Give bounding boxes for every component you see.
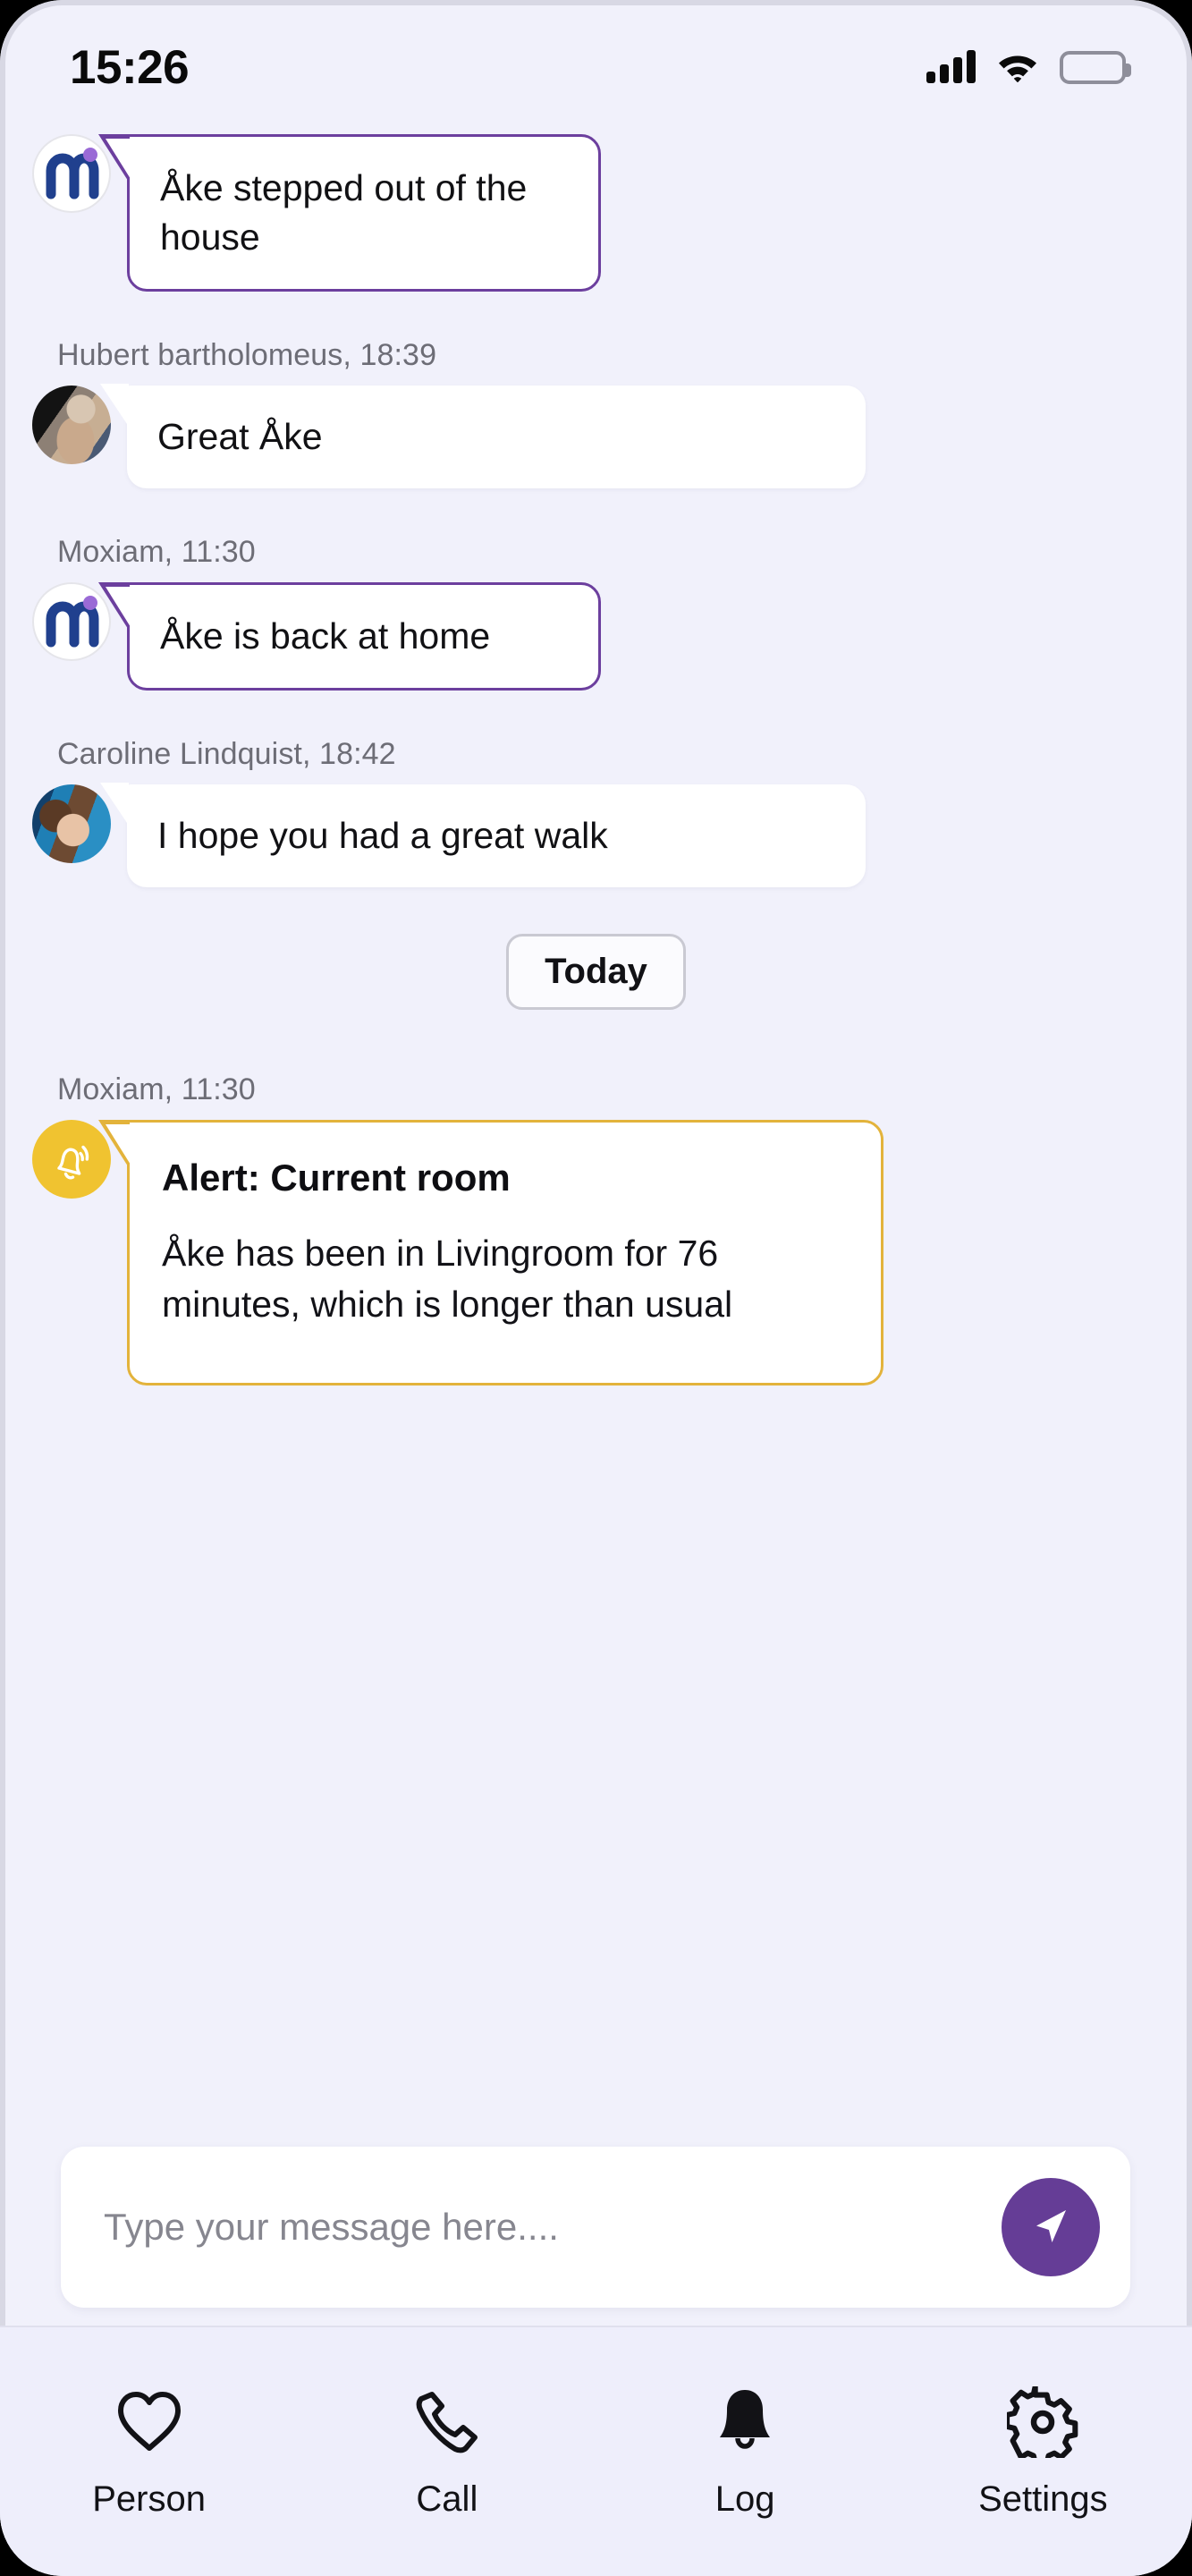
chat-message-list[interactable]: Åke stepped out of the house Hubert bart… bbox=[0, 134, 1192, 1386]
message-bubble[interactable]: Great Åke bbox=[100, 383, 866, 488]
bell-icon bbox=[712, 2385, 778, 2460]
alert-sender-line: Moxiam, 11:30 bbox=[57, 1072, 256, 1106]
message-row: Great Åke bbox=[32, 383, 1160, 488]
nav-item-settings[interactable]: Settings bbox=[894, 2385, 1192, 2520]
status-bar: 15:26 bbox=[0, 0, 1192, 134]
message-row: Åke stepped out of the house bbox=[32, 134, 1160, 292]
message-group: Caroline Lindquist, 18:42 I hope you had… bbox=[32, 737, 1160, 887]
message-sender-line: Caroline Lindquist, 18:42 bbox=[57, 736, 396, 771]
message-sender-line: Moxiam, 11:30 bbox=[57, 534, 256, 569]
day-divider-badge: Today bbox=[506, 933, 686, 1010]
message-composer[interactable] bbox=[61, 2147, 1130, 2308]
battery-full-icon bbox=[1060, 50, 1131, 84]
message-group: Åke stepped out of the house bbox=[32, 134, 1160, 292]
message-input[interactable] bbox=[104, 2206, 1002, 2249]
alert-title: Alert: Current room bbox=[162, 1156, 511, 1199]
status-time: 15:26 bbox=[70, 40, 190, 94]
message-row: I hope you had a great walk bbox=[32, 782, 1160, 887]
alert-message-group: Moxiam, 11:30 Alert: Current room Åke ha… bbox=[32, 1072, 1160, 1386]
message-group: Hubert bartholomeus, 18:39 Great Åke bbox=[32, 338, 1160, 488]
day-divider-row: Today bbox=[32, 933, 1160, 1010]
alert-message-row: Alert: Current room Åke has been in Livi… bbox=[32, 1119, 1160, 1386]
phone-icon bbox=[412, 2385, 482, 2460]
nav-label-settings: Settings bbox=[978, 2479, 1108, 2519]
alert-bubble[interactable]: Alert: Current room Åke has been in Livi… bbox=[98, 1119, 883, 1386]
nav-item-log[interactable]: Log bbox=[596, 2385, 894, 2520]
message-bubble[interactable]: I hope you had a great walk bbox=[100, 782, 866, 887]
nav-label-call: Call bbox=[416, 2479, 478, 2519]
alert-body: Åke has been in Livingroom for 76 minute… bbox=[162, 1232, 733, 1325]
hubert-photo-avatar bbox=[32, 385, 111, 464]
status-icons bbox=[926, 48, 1131, 87]
wifi-icon bbox=[995, 48, 1040, 87]
message-bubble[interactable]: Åke stepped out of the house bbox=[98, 134, 601, 292]
message-row: Åke is back at home bbox=[32, 581, 1160, 691]
bottom-navigation: Person Call Log Settings bbox=[0, 2326, 1192, 2576]
caroline-photo-avatar bbox=[32, 784, 111, 863]
nav-item-call[interactable]: Call bbox=[298, 2385, 596, 2520]
message-sender-line: Hubert bartholomeus, 18:39 bbox=[57, 337, 437, 372]
signal-bars-icon bbox=[926, 50, 976, 83]
phone-frame: 15:26 Åke stepped out of the house Huber… bbox=[0, 0, 1192, 2576]
send-button[interactable] bbox=[1002, 2178, 1100, 2276]
nav-label-log: Log bbox=[714, 2479, 775, 2519]
gear-icon bbox=[1007, 2385, 1078, 2460]
send-paper-plane-icon bbox=[1026, 2201, 1076, 2254]
message-bubble[interactable]: Åke is back at home bbox=[98, 581, 601, 691]
heart-icon bbox=[114, 2385, 185, 2460]
message-group: Moxiam, 11:30 Åke is back at home bbox=[32, 535, 1160, 691]
nav-label-person: Person bbox=[92, 2479, 206, 2519]
nav-item-person[interactable]: Person bbox=[0, 2385, 298, 2520]
